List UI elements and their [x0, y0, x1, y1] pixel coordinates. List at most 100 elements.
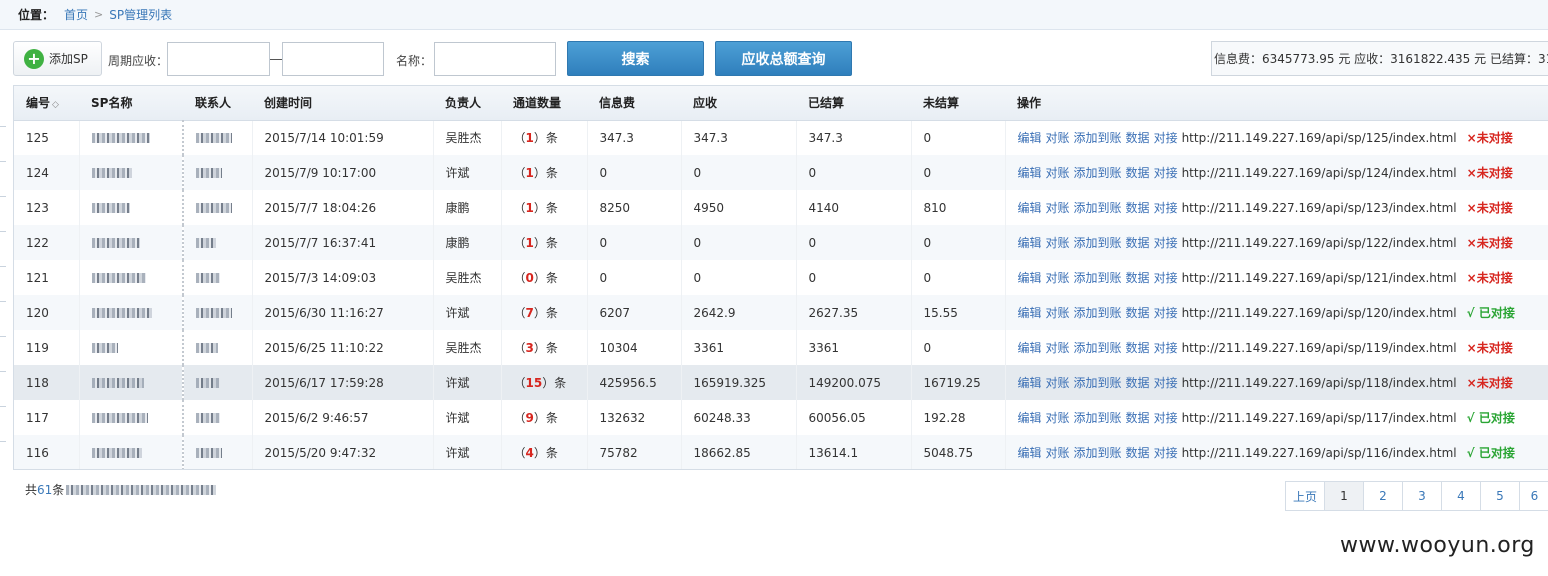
action-connect-link[interactable]: 对接 [1154, 131, 1178, 145]
pager-page-5[interactable]: 5 [1480, 481, 1520, 511]
cell-settled: 149200.075 [795, 365, 911, 400]
action-data-link[interactable]: 数据 [1126, 411, 1150, 425]
cell-receivable: 2642.9 [680, 295, 796, 330]
cell-owner: 许斌 [432, 435, 501, 469]
action-data-link[interactable]: 数据 [1126, 341, 1150, 355]
action-add-account-link[interactable]: 添加到账 [1074, 376, 1122, 390]
cell-id: 121 [26, 270, 49, 285]
cell-unsettled: 192.28 [910, 400, 1005, 435]
cell-contact [182, 190, 252, 225]
api-url: http://211.149.227.169/api/sp/124/index.… [1181, 166, 1457, 180]
cell-unsettled: 5048.75 [910, 435, 1005, 469]
cell-fee: 132632 [586, 400, 681, 435]
action-edit-link[interactable]: 编辑 [1018, 446, 1042, 460]
action-edit-link[interactable]: 编辑 [1018, 306, 1042, 320]
action-edit-link[interactable]: 编辑 [1018, 271, 1042, 285]
action-reconcile-link[interactable]: 对账 [1046, 446, 1070, 460]
summary-text: 信息费：6345773.95 元 应收：3161822.435 元 已结算：31… [1211, 41, 1548, 76]
cell-unsettled: 0 [910, 260, 1005, 295]
action-reconcile-link[interactable]: 对账 [1046, 166, 1070, 180]
action-edit-link[interactable]: 编辑 [1018, 376, 1042, 390]
redacted-contact [196, 203, 232, 213]
action-data-link[interactable]: 数据 [1126, 271, 1150, 285]
action-reconcile-link[interactable]: 对账 [1046, 306, 1070, 320]
action-edit-link[interactable]: 编辑 [1018, 166, 1042, 180]
action-reconcile-link[interactable]: 对账 [1046, 271, 1070, 285]
cell-created: 2015/6/30 11:16:27 [251, 295, 433, 330]
action-data-link[interactable]: 数据 [1126, 306, 1150, 320]
action-reconcile-link[interactable]: 对账 [1046, 201, 1070, 215]
action-connect-link[interactable]: 对接 [1154, 446, 1178, 460]
pager-prev-button[interactable]: 上页 [1285, 481, 1325, 511]
pager-page-6[interactable]: 6 [1519, 481, 1548, 511]
action-connect-link[interactable]: 对接 [1154, 201, 1178, 215]
action-add-account-link[interactable]: 添加到账 [1074, 341, 1122, 355]
pager-page-2[interactable]: 2 [1363, 481, 1403, 511]
cell-channel-count: （15）条 [500, 365, 587, 400]
search-button[interactable]: 搜索 [567, 41, 704, 76]
action-connect-link[interactable]: 对接 [1154, 271, 1178, 285]
action-connect-link[interactable]: 对接 [1154, 306, 1178, 320]
status-badge: ×未对接 [1466, 271, 1513, 285]
action-connect-link[interactable]: 对接 [1154, 236, 1178, 250]
cell-contact [182, 120, 252, 155]
action-connect-link[interactable]: 对接 [1154, 341, 1178, 355]
action-add-account-link[interactable]: 添加到账 [1074, 446, 1122, 460]
period-end-input[interactable] [282, 42, 384, 76]
redacted-contact [196, 273, 220, 283]
breadcrumb-home-link[interactable]: 首页 [64, 6, 88, 23]
action-add-account-link[interactable]: 添加到账 [1074, 411, 1122, 425]
total-query-button[interactable]: 应收总额查询 [715, 41, 852, 76]
action-add-account-link[interactable]: 添加到账 [1074, 236, 1122, 250]
action-data-link[interactable]: 数据 [1126, 166, 1150, 180]
cell-unsettled: 810 [910, 190, 1005, 225]
action-edit-link[interactable]: 编辑 [1018, 201, 1042, 215]
pager-page-1[interactable]: 1 [1324, 481, 1364, 511]
action-edit-link[interactable]: 编辑 [1018, 236, 1042, 250]
action-reconcile-link[interactable]: 对账 [1046, 236, 1070, 250]
range-dash [270, 59, 282, 60]
cell-actions: 编辑 对账 添加到账 数据 对接 http://211.149.227.169/api/s… [1004, 225, 1548, 260]
col-fee-header: 信息费 [587, 86, 681, 121]
action-reconcile-link[interactable]: 对账 [1046, 131, 1070, 145]
cell-fee: 8250 [586, 190, 681, 225]
pager-page-4[interactable]: 4 [1441, 481, 1481, 511]
name-label: 名称： [396, 54, 433, 68]
action-reconcile-link[interactable]: 对账 [1046, 411, 1070, 425]
period-label: 周期应收： [108, 54, 169, 68]
cell-id: 124 [26, 165, 49, 180]
cell-receivable: 18662.85 [680, 435, 796, 469]
action-connect-link[interactable]: 对接 [1154, 411, 1178, 425]
action-reconcile-link[interactable]: 对账 [1046, 376, 1070, 390]
action-add-account-link[interactable]: 添加到账 [1074, 271, 1122, 285]
name-input[interactable] [434, 42, 556, 76]
period-start-input[interactable] [167, 42, 270, 76]
api-url: http://211.149.227.169/api/sp/119/index.… [1181, 341, 1457, 355]
action-add-account-link[interactable]: 添加到账 [1074, 201, 1122, 215]
action-data-link[interactable]: 数据 [1126, 131, 1150, 145]
col-id-header[interactable]: 编号 ◇ [14, 86, 79, 121]
cell-id: 116 [26, 445, 49, 460]
cell-created: 2015/6/25 11:10:22 [251, 330, 433, 365]
action-connect-link[interactable]: 对接 [1154, 376, 1178, 390]
action-add-account-link[interactable]: 添加到账 [1074, 306, 1122, 320]
action-add-account-link[interactable]: 添加到账 [1074, 131, 1122, 145]
action-connect-link[interactable]: 对接 [1154, 166, 1178, 180]
action-data-link[interactable]: 数据 [1126, 236, 1150, 250]
col-contact-header: 联系人 [183, 86, 252, 121]
cell-owner: 吴胜杰 [432, 120, 501, 155]
action-reconcile-link[interactable]: 对账 [1046, 341, 1070, 355]
action-edit-link[interactable]: 编辑 [1018, 411, 1042, 425]
pager-page-3[interactable]: 3 [1402, 481, 1442, 511]
add-sp-button[interactable]: + 添加SP [13, 41, 102, 76]
sort-icon[interactable]: ◇ [52, 100, 59, 110]
api-url: http://211.149.227.169/api/sp/120/index.… [1181, 306, 1457, 320]
action-data-link[interactable]: 数据 [1126, 376, 1150, 390]
action-edit-link[interactable]: 编辑 [1018, 131, 1042, 145]
channel-count-number: 9 [525, 411, 534, 425]
action-add-account-link[interactable]: 添加到账 [1074, 166, 1122, 180]
action-data-link[interactable]: 数据 [1126, 201, 1150, 215]
action-edit-link[interactable]: 编辑 [1018, 341, 1042, 355]
redacted-text [66, 484, 217, 495]
action-data-link[interactable]: 数据 [1126, 446, 1150, 460]
